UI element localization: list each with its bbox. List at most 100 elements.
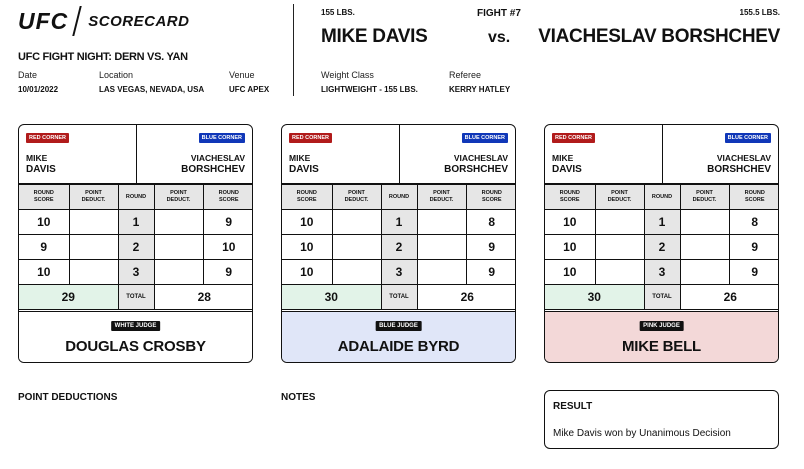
round-row: 10 1 9 [19,209,252,235]
weight-class-value: LIGHTWEIGHT - 155 LBS. [321,85,418,94]
red-round-score: 9 [19,234,70,260]
result-box: RESULT Mike Davis won by Unanimous Decis… [544,390,779,449]
date-label: Date [18,70,38,80]
total-row: 30 TOTAL 26 [545,284,778,310]
red-last-name: DAVIS [552,164,582,175]
blue-point-deduct [679,209,730,235]
blue-point-deduct [153,209,204,235]
date-value: 10/01/2022 [18,85,59,94]
blue-first-name: VIACHESLAV [716,153,771,163]
card-header: RED CORNER BLUE CORNER MIKE DAVIS VIACHE… [19,125,252,184]
blue-round-score: 9 [202,209,252,235]
fight-number: FIGHT #7 [477,8,521,19]
red-last-name: DAVIS [26,164,56,175]
col-red-round-score: ROUND SCORE [545,184,596,210]
col-blue-point-deduct: POINT DEDUCT. [679,184,730,210]
red-total: 30 [545,284,645,310]
vs-label: vs. [488,29,511,46]
logo-divider [72,6,83,36]
red-round-score: 10 [282,234,333,260]
judge-scorecard: RED CORNER BLUE CORNER MIKE DAVIS VIACHE… [281,124,516,363]
round-row: 10 2 9 [545,234,778,260]
blue-corner-badge: BLUE CORNER [461,133,508,143]
col-blue-round-score: ROUND SCORE [202,184,252,210]
judge-scorecard: RED CORNER BLUE CORNER MIKE DAVIS VIACHE… [544,124,779,363]
total-row: 30 TOTAL 26 [282,284,515,310]
blue-round-score: 8 [728,209,778,235]
judge-name: MIKE BELL [621,338,702,355]
round-number: 1 [643,209,681,235]
red-point-deduct [331,259,382,285]
red-round-score: 10 [282,259,333,285]
round-number: 3 [643,259,681,285]
score-table-header: ROUND SCORE POINT DEDUCT. ROUND POINT DEDUC… [19,184,252,210]
judge-name: ADALAIDE BYRD [337,338,460,355]
judge-scorecard: RED CORNER BLUE CORNER MIKE DAVIS VIACHE… [18,124,253,363]
round-row: 9 2 10 [19,234,252,260]
round-number: 2 [380,234,418,260]
score-table: ROUND SCORE POINT DEDUCT. ROUND POINT DEDUC… [282,184,515,310]
blue-round-score: 9 [465,259,515,285]
card-header: RED CORNER BLUE CORNER MIKE DAVIS VIACHE… [282,125,515,184]
referee-label: Referee [449,70,482,80]
red-point-deduct [68,209,119,235]
total-label: TOTAL [117,284,155,310]
red-point-deduct [68,234,119,260]
blue-corner-badge: BLUE CORNER [724,133,771,143]
round-number: 3 [117,259,155,285]
red-total: 30 [282,284,382,310]
red-round-score: 10 [545,209,596,235]
judge-area: PINK JUDGE MIKE BELL [545,311,778,362]
round-number: 2 [117,234,155,260]
blue-corner-fighter: VIACHESLAV BORSHCHEV [444,152,508,176]
blue-point-deduct [153,234,204,260]
round-row: 10 1 8 [282,209,515,235]
col-red-round-score: ROUND SCORE [282,184,333,210]
score-table: ROUND SCORE POINT DEDUCT. ROUND POINT DEDUC… [545,184,778,310]
round-number: 1 [117,209,155,235]
blue-round-score: 10 [202,234,252,260]
blue-round-score: 9 [465,234,515,260]
ufc-scorecard-logo: UFC SCORECARD [18,6,189,36]
red-round-score: 10 [19,259,70,285]
judge-area: BLUE JUDGE ADALAIDE BYRD [282,311,515,362]
round-row: 10 2 9 [282,234,515,260]
blue-total: 26 [416,284,515,310]
round-number: 3 [380,259,418,285]
red-round-score: 10 [282,209,333,235]
blue-last-name: BORSHCHEV [444,164,508,175]
col-blue-point-deduct: POINT DEDUCT. [153,184,204,210]
col-round: ROUND [117,184,155,210]
referee-value: KERRY HATLEY [449,85,511,94]
round-row: 10 3 9 [545,259,778,285]
blue-first-name: VIACHESLAV [190,153,245,163]
header-divider [293,4,294,96]
judge-tag: BLUE JUDGE [375,321,422,331]
round-row: 10 3 9 [19,259,252,285]
location-value: LAS VEGAS, NEVADA, USA [99,85,205,94]
blue-corner-fighter: VIACHESLAV BORSHCHEV [707,152,771,176]
round-row: 10 3 9 [282,259,515,285]
venue-value: UFC APEX [229,85,270,94]
blue-last-name: BORSHCHEV [707,164,771,175]
blue-point-deduct [679,259,730,285]
blue-point-deduct [153,259,204,285]
red-round-score: 10 [19,209,70,235]
ufc-logo: UFC [18,7,69,34]
blue-round-score: 9 [728,234,778,260]
red-last-name: DAVIS [289,164,319,175]
red-point-deduct [331,234,382,260]
weight-class-label: Weight Class [321,70,374,80]
judge-name: DOUGLAS CROSBY [65,338,206,355]
blue-first-name: VIACHESLAV [453,153,508,163]
blue-last-name: BORSHCHEV [181,164,245,175]
card-header: RED CORNER BLUE CORNER MIKE DAVIS VIACHE… [545,125,778,184]
red-corner-badge: RED CORNER [26,133,69,143]
point-deductions-title: POINT DEDUCTIONS [18,392,118,403]
blue-weight: 155.5 LBS. [739,8,780,17]
red-corner-badge: RED CORNER [552,133,595,143]
red-fighter-name: MIKE DAVIS [321,26,428,47]
blue-round-score: 9 [202,259,252,285]
blue-point-deduct [416,209,467,235]
result-text: Mike Davis won by Unanimous Decision [553,428,731,439]
